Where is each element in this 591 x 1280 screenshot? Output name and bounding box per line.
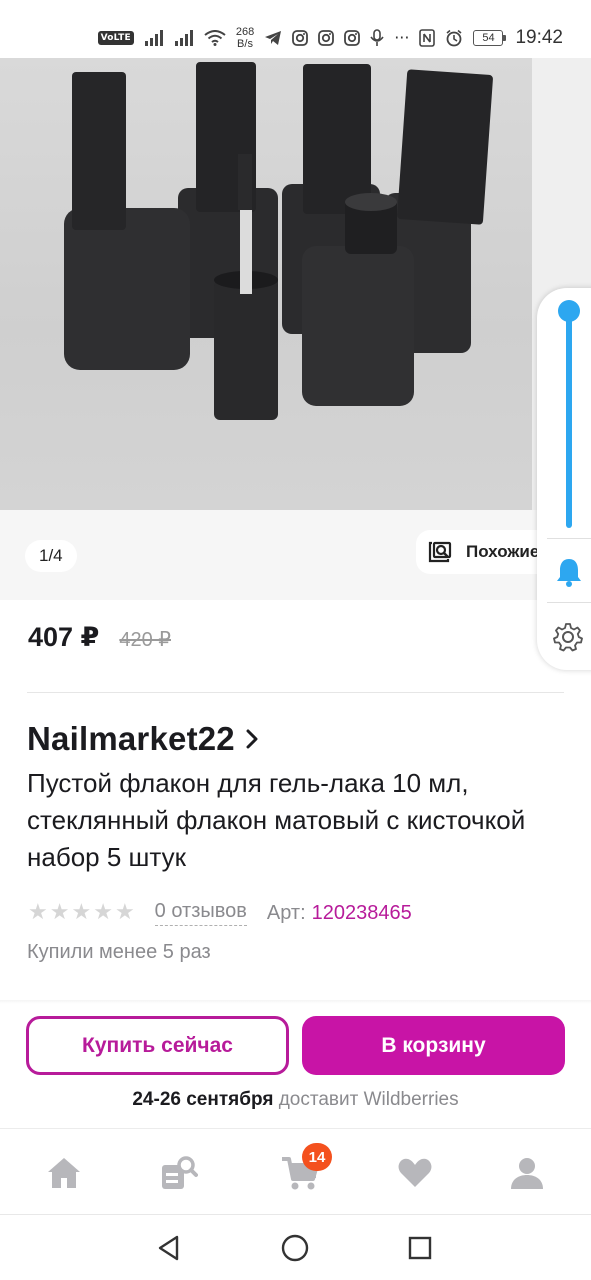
- star-icon: ★: [93, 900, 113, 925]
- divider: [27, 692, 564, 693]
- brand-name[interactable]: Nailmarket22: [27, 720, 235, 758]
- reviews-link[interactable]: 0 отзывов: [154, 900, 247, 926]
- volume-slider-knob[interactable]: [558, 300, 580, 322]
- product-title: Пустой флакон для гель-лака 10 мл, стекл…: [27, 768, 526, 872]
- star-icon: ★: [49, 900, 70, 925]
- volte-icon: VoLTE: [97, 31, 134, 45]
- panel-divider: [547, 602, 591, 603]
- delivery-date: 24-26 сентября: [132, 1089, 274, 1110]
- nfc-icon: [419, 29, 436, 47]
- nav-favorites[interactable]: [393, 1151, 437, 1195]
- net-speed-value: 268: [235, 26, 255, 38]
- clock: 19:42: [515, 27, 563, 48]
- nav-home[interactable]: [42, 1151, 86, 1195]
- voice-icon: [370, 29, 384, 46]
- instagram-icon: [318, 30, 335, 46]
- similar-search-icon: [428, 541, 452, 563]
- status-icons: VoLTE 268 B/s ··· 54 19:42: [97, 18, 563, 58]
- system-recents-button[interactable]: [403, 1231, 437, 1265]
- star-icon: ★: [28, 900, 48, 925]
- price-old: 420 ₽: [119, 629, 171, 651]
- bottom-nav: 14: [0, 1128, 591, 1214]
- product-meta: ★ ★ ★ ★ ★ 0 отзывов Арт: 120238465: [28, 898, 412, 928]
- instagram-icon: [292, 30, 309, 46]
- photo-counter: 1/4: [25, 540, 77, 572]
- catalog-search-icon: [162, 1156, 198, 1189]
- nav-catalog[interactable]: [156, 1151, 200, 1195]
- profile-icon: [511, 1158, 543, 1189]
- accessibility-panel[interactable]: [537, 288, 591, 670]
- telegram-icon: [265, 31, 282, 45]
- system-home-button[interactable]: [278, 1231, 312, 1265]
- buy-now-button[interactable]: Купить сейчас: [26, 1016, 289, 1075]
- gear-icon[interactable]: [553, 622, 583, 652]
- price-row: 407 ₽ 420 ₽: [28, 622, 171, 653]
- action-bar-shadow: [0, 1000, 591, 1004]
- article-number[interactable]: 120238465: [312, 902, 412, 925]
- cart-badge: 14: [302, 1143, 332, 1171]
- status-bar: VoLTE 268 B/s ··· 54 19:42: [0, 0, 591, 58]
- brand-link[interactable]: Nailmarket22: [27, 720, 259, 758]
- bell-icon[interactable]: [554, 556, 584, 588]
- instagram-icon: [344, 30, 361, 46]
- add-to-cart-button[interactable]: В корзину: [302, 1016, 565, 1075]
- net-speed-unit: B/s: [237, 38, 253, 50]
- back-triangle-icon: [158, 1235, 179, 1261]
- panel-divider: [547, 538, 591, 539]
- net-speed: 268 B/s: [236, 26, 254, 50]
- product-gallery[interactable]: 1/4 Похожие: [0, 58, 591, 600]
- wifi-icon: [204, 30, 226, 46]
- home-circle-icon: [281, 1234, 309, 1262]
- home-icon: [48, 1158, 80, 1188]
- chevron-right-icon: [246, 729, 258, 749]
- star-icon: ★: [114, 900, 135, 925]
- signal-icon: [144, 30, 163, 46]
- signal-icon: [174, 30, 193, 46]
- favorites-icon: [398, 1158, 432, 1187]
- volume-slider-track[interactable]: [566, 310, 572, 528]
- price-current: 407 ₽: [28, 622, 100, 652]
- battery-icon: 54: [473, 30, 507, 46]
- star-icon: ★: [71, 900, 92, 925]
- similar-label: Похожие: [466, 542, 540, 561]
- delivery-info: 24-26 сентября доставит Wildberries: [0, 1089, 591, 1111]
- more-icon: ···: [394, 28, 410, 47]
- system-nav-bar: [0, 1214, 591, 1280]
- product-photo[interactable]: [0, 58, 532, 510]
- alarm-icon: [446, 29, 462, 47]
- system-back-button[interactable]: [152, 1231, 186, 1265]
- article-label: Арт:: [266, 901, 306, 924]
- nav-profile[interactable]: [505, 1151, 549, 1195]
- recents-square-icon: [408, 1236, 432, 1260]
- purchase-count: Купили менее 5 раз: [27, 941, 211, 963]
- product-photo-bottles: [64, 62, 493, 420]
- rating-stars: ★ ★ ★ ★ ★: [28, 901, 135, 925]
- delivery-text: доставит Wildberries: [278, 1089, 459, 1110]
